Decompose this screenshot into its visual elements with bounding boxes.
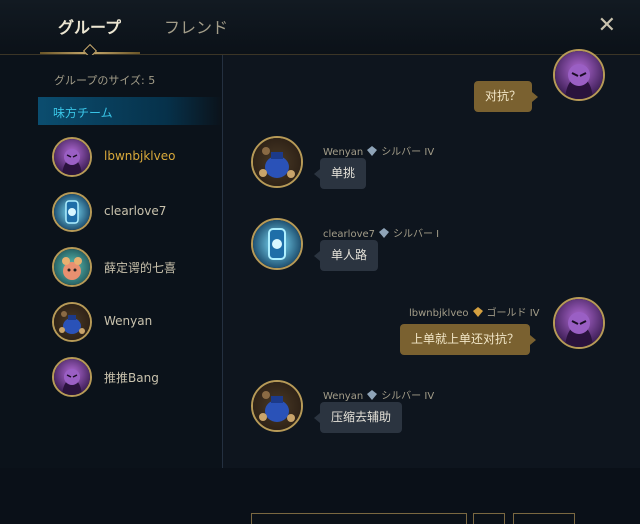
message-meta: Wenyan シルバー IV bbox=[323, 143, 434, 158]
member-name: 薛定谔的七喜 bbox=[104, 261, 177, 275]
member-name: lbwnbjklveo bbox=[104, 149, 176, 163]
avatar bbox=[553, 49, 605, 101]
sender-name: clearlove7 bbox=[323, 229, 375, 240]
avatar bbox=[52, 302, 92, 342]
avatar bbox=[251, 218, 303, 270]
avatar bbox=[52, 247, 92, 287]
member-name: 推推Bang bbox=[104, 371, 159, 385]
member-item[interactable]: clearlove7 bbox=[52, 192, 222, 236]
sender-rank: ゴールド IV bbox=[486, 308, 540, 319]
tab-group[interactable]: グループ bbox=[58, 14, 121, 38]
message-bubble: 上单就上单还对抗？ bbox=[400, 324, 537, 355]
message-bubble: 单挑 bbox=[313, 158, 367, 189]
sender-name: Wenyan bbox=[323, 147, 364, 158]
tab-header: グループ フレンド ✕ bbox=[0, 0, 640, 59]
message-meta: clearlove7 シルバー I bbox=[323, 225, 439, 240]
avatar bbox=[251, 380, 303, 432]
member-name: clearlove7 bbox=[104, 204, 167, 218]
member-item[interactable]: 推推Bang bbox=[52, 357, 222, 401]
silver-rank-icon bbox=[379, 228, 389, 238]
group-size-label: グループのサイズ: 5 bbox=[54, 74, 156, 87]
message-meta: lbwnbjklveo ゴールド IV bbox=[409, 304, 540, 319]
gold-rank-icon bbox=[472, 307, 483, 317]
sender-rank: シルバー IV bbox=[381, 147, 435, 158]
sender-name: lbwnbjklveo bbox=[409, 308, 469, 319]
sender-name: Wenyan bbox=[323, 391, 364, 402]
group-sidebar: グループのサイズ: 5 味方チーム lbwnbjklveo clearlove7… bbox=[0, 55, 223, 468]
message-bubble: 单人路 bbox=[313, 240, 379, 271]
chat-panel: 对抗？ Wenyan シルバー IV 单挑 clearlove7 シルバー I 单人… bbox=[223, 49, 640, 524]
emote-button[interactable] bbox=[473, 513, 505, 524]
chat-input[interactable] bbox=[251, 513, 467, 524]
sender-rank: シルバー I bbox=[393, 229, 440, 240]
member-item[interactable]: 薛定谔的七喜 bbox=[52, 247, 222, 291]
team-header: 味方チーム bbox=[38, 97, 222, 125]
avatar bbox=[52, 357, 92, 397]
avatar bbox=[553, 297, 605, 349]
close-icon[interactable]: ✕ bbox=[598, 12, 616, 40]
avatar bbox=[52, 137, 92, 177]
message-meta: Wenyan シルバー IV bbox=[323, 387, 434, 402]
sender-rank: シルバー IV bbox=[381, 391, 435, 402]
message-bubble: 压缩去辅助 bbox=[313, 402, 403, 433]
tab-friends[interactable]: フレンド bbox=[164, 14, 228, 38]
team-label: 味方チーム bbox=[53, 106, 113, 120]
avatar bbox=[52, 192, 92, 232]
silver-rank-icon bbox=[367, 390, 378, 400]
silver-rank-icon bbox=[367, 146, 378, 156]
member-name: Wenyan bbox=[104, 314, 153, 328]
member-item[interactable]: lbwnbjklveo bbox=[52, 137, 222, 181]
member-item[interactable]: Wenyan bbox=[52, 302, 222, 346]
avatar bbox=[251, 136, 303, 188]
send-button[interactable] bbox=[513, 513, 575, 524]
message-bubble: 对抗？ bbox=[474, 81, 539, 112]
